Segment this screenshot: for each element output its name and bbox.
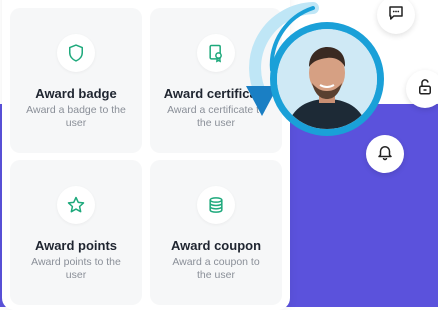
award-badge-card[interactable]: Award badge Award a badge to the user [10,8,142,153]
avatar-photo [277,29,377,129]
card-title: Award badge [35,86,117,101]
unlock-button[interactable] [406,70,438,108]
shield-icon [57,34,95,72]
card-description: Award points to the user [31,256,121,281]
notifications-button[interactable] [366,135,404,173]
card-description: Award a badge to the user [26,104,126,129]
chat-icon [387,4,405,27]
star-icon [57,186,95,224]
unlock-icon [416,78,434,101]
card-title: Award coupon [170,238,262,253]
bell-icon [376,143,394,166]
award-coupon-card[interactable]: Award coupon Award a coupon to the user [150,160,282,305]
card-description: Award a coupon to the user [172,256,260,281]
award-points-card[interactable]: Award points Award points to the user [10,160,142,305]
user-avatar [268,20,386,138]
card-title: Award points [34,238,118,253]
coupon-icon [197,186,235,224]
